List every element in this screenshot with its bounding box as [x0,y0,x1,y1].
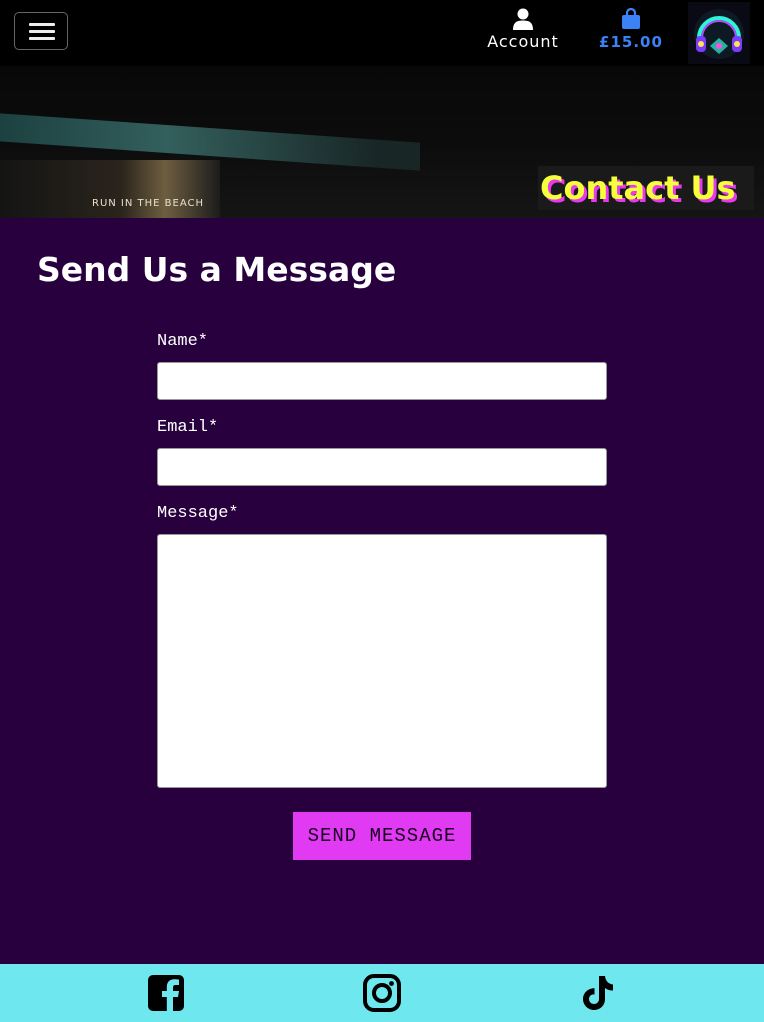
headphones-logo [694,9,744,59]
email-input[interactable] [157,448,607,486]
send-message-button[interactable]: SEND MESSAGE [293,812,471,860]
instagram-link[interactable] [363,974,401,1012]
name-input[interactable] [157,362,607,400]
tiktok-link[interactable] [579,974,617,1012]
hamburger-icon [29,23,55,26]
facebook-link[interactable] [147,974,185,1012]
site-logo[interactable] [688,2,750,64]
top-navbar: Account £15.00 [0,0,764,66]
hero-image-building [0,160,220,218]
account-link[interactable]: Account [484,8,562,58]
account-label: Account [487,32,559,51]
bag-total: £15.00 [599,33,663,51]
hero-image-sign: RUN IN THE BEACH [92,198,205,209]
menu-toggle-button[interactable] [14,12,68,50]
footer [0,964,764,1022]
instagram-icon [363,974,401,1012]
hero-title: Contact Us [540,169,736,207]
hamburger-icon-bar [29,30,55,33]
page-title: Send Us a Message [37,250,397,289]
email-label: Email* [157,418,219,437]
name-label: Name* [157,332,209,351]
shopping-bag-link[interactable]: £15.00 [598,8,664,58]
tiktok-icon [583,976,613,1010]
message-textarea[interactable] [157,534,607,788]
message-label: Message* [157,504,239,523]
hero-banner: RUN IN THE BEACH Contact Us [0,66,764,218]
hamburger-icon-bar [29,37,55,40]
user-icon [513,8,533,30]
facebook-icon [148,975,184,1011]
shopping-bag-icon [622,8,640,29]
